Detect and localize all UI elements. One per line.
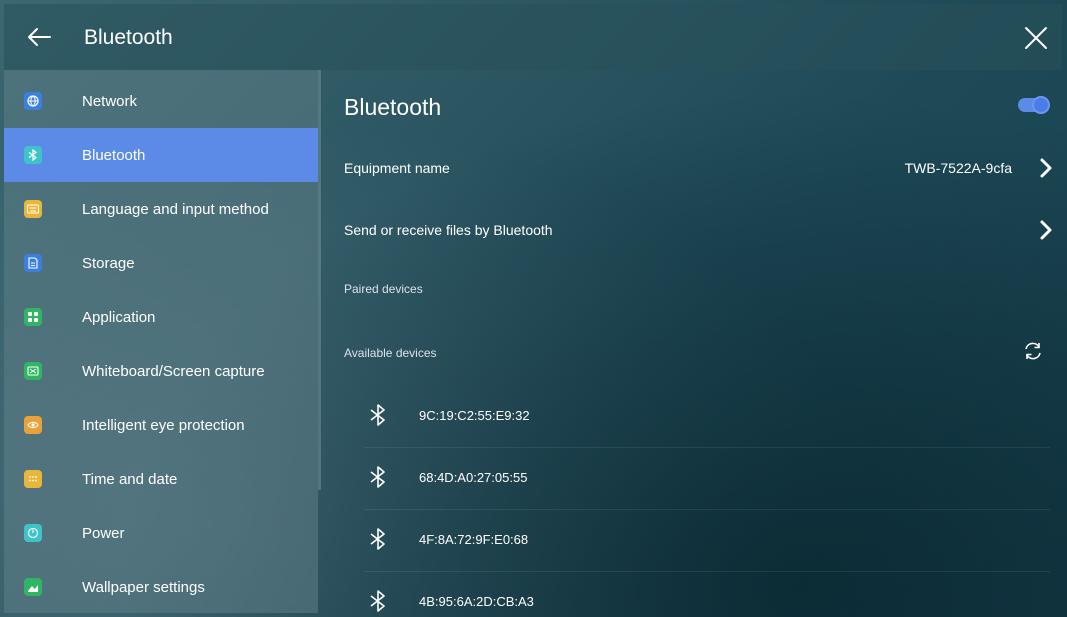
panel-title: Bluetooth	[344, 94, 442, 120]
bluetooth-icon	[370, 404, 385, 426]
device-address: 4B:95:6A:2D:CB:A3	[419, 594, 534, 609]
sidebar-item-network[interactable]: Network	[4, 74, 318, 128]
eye-icon	[24, 416, 42, 434]
send-receive-label: Send or receive files by Bluetooth	[344, 222, 553, 238]
bluetooth-icon	[370, 528, 385, 550]
keyboard-icon	[24, 200, 42, 218]
send-receive-files-row[interactable]: Send or receive files by Bluetooth	[344, 210, 1054, 250]
storage-icon	[24, 254, 42, 272]
sidebar-item-label: Bluetooth	[82, 146, 146, 164]
close-icon[interactable]	[1024, 26, 1048, 50]
sidebar-item-time-date[interactable]: Time and date	[4, 452, 318, 506]
sidebar: Network Bluetooth Language and input met…	[4, 70, 321, 613]
settings-window: Bluetooth Network Bluetooth Language and…	[4, 4, 1062, 613]
sidebar-item-label: Network	[82, 92, 138, 110]
sidebar-item-application[interactable]: Application	[4, 290, 318, 344]
power-icon	[24, 524, 42, 542]
globe-icon	[24, 92, 42, 110]
sidebar-item-label: Language and input method	[82, 200, 269, 218]
title-bar: Bluetooth	[4, 4, 1062, 70]
device-address: 9C:19:C2:55:E9:32	[419, 408, 530, 423]
settings-screen: Bluetooth Network Bluetooth Language and…	[0, 0, 1067, 617]
back-arrow-icon[interactable]	[26, 24, 52, 50]
device-item[interactable]: 4B:95:6A:2D:CB:A3	[364, 572, 1050, 613]
toggle-knob	[1032, 96, 1050, 114]
chevron-right-icon	[1040, 220, 1052, 240]
equipment-name-label: Equipment name	[344, 160, 450, 176]
wallpaper-icon	[24, 578, 42, 596]
paired-devices-label: Paired devices	[344, 282, 423, 296]
bluetooth-icon	[370, 590, 385, 612]
sidebar-item-whiteboard[interactable]: Whiteboard/Screen capture	[4, 344, 318, 398]
sidebar-item-label: Storage	[82, 254, 135, 272]
chevron-right-icon	[1040, 158, 1052, 178]
sidebar-item-wallpaper[interactable]: Wallpaper settings	[4, 560, 318, 613]
bluetooth-panel: Bluetooth Equipment name TWB-7522A-9cfa …	[320, 70, 1062, 613]
sidebar-item-language[interactable]: Language and input method	[4, 182, 318, 236]
refresh-icon[interactable]	[1022, 340, 1044, 362]
equipment-name-value: TWB-7522A-9cfa	[904, 160, 1012, 176]
sidebar-item-label: Time and date	[82, 470, 178, 488]
sidebar-item-label: Whiteboard/Screen capture	[82, 362, 265, 380]
equipment-name-row[interactable]: Equipment name TWB-7522A-9cfa	[344, 148, 1054, 188]
screen-capture-icon	[24, 362, 42, 380]
sidebar-item-eye-protection[interactable]: Intelligent eye protection	[4, 398, 318, 452]
device-item[interactable]: 4F:8A:72:9F:E0:68	[364, 510, 1050, 572]
bluetooth-icon	[370, 466, 385, 488]
sidebar-item-storage[interactable]: Storage	[4, 236, 318, 290]
sidebar-item-label: Power	[82, 524, 125, 542]
page-title: Bluetooth	[84, 26, 173, 49]
bluetooth-toggle[interactable]	[1018, 96, 1050, 114]
sidebar-item-label: Application	[82, 308, 156, 326]
sidebar-item-label: Intelligent eye protection	[82, 416, 245, 434]
bluetooth-icon	[24, 146, 42, 164]
sidebar-item-bluetooth[interactable]: Bluetooth	[4, 128, 318, 182]
available-devices-label: Available devices	[344, 346, 437, 360]
sidebar-item-label: Wallpaper settings	[82, 578, 205, 596]
sidebar-item-power[interactable]: Power	[4, 506, 318, 560]
device-address: 68:4D:A0:27:05:55	[419, 470, 528, 485]
calendar-icon	[24, 470, 42, 488]
device-address: 4F:8A:72:9F:E0:68	[419, 532, 529, 547]
device-item[interactable]: 9C:19:C2:55:E9:32	[364, 386, 1050, 448]
device-item[interactable]: 68:4D:A0:27:05:55	[364, 448, 1050, 510]
apps-icon	[24, 308, 42, 326]
